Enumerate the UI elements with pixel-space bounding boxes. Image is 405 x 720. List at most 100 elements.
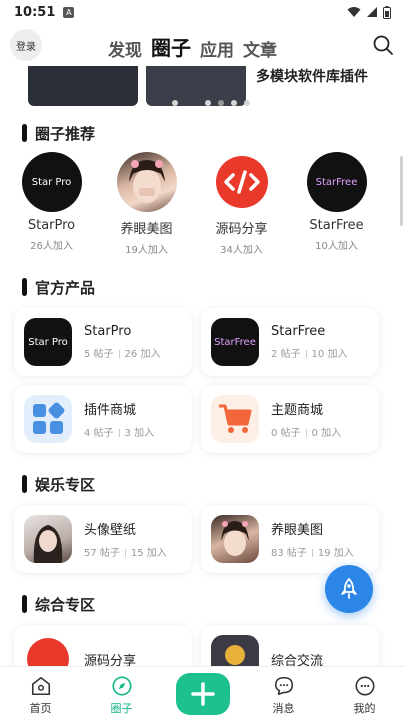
card-name: 插件商城 — [84, 403, 137, 418]
photo-avatar — [116, 152, 177, 212]
top-header: 登录 发现 圈子 应用 文章 — [0, 24, 405, 66]
status-time: 10:51 — [14, 4, 56, 20]
chat-icon — [274, 676, 293, 696]
card-meta: 83 帖子 19 加入 — [271, 548, 354, 559]
login-button[interactable]: 登录 — [10, 29, 42, 61]
carousel-dot — [205, 100, 211, 106]
starfree-logo: StarFree — [211, 318, 259, 366]
recommend-circles: Star Pro StarPro 26人加入 养眼美图 19人加入 源码分享 3… — [0, 152, 405, 256]
card-avatar-wallpaper[interactable]: 头像壁纸 57 帖子 15 加入 — [14, 505, 192, 573]
card-meta: 5 帖子 26 加入 — [84, 349, 161, 360]
card-name: 头像壁纸 — [84, 523, 137, 538]
entertainment-cards: 头像壁纸 57 帖子 15 加入 养眼美图 83 帖子 19 加入 — [0, 505, 405, 573]
card-meta: 2 帖子 10 加入 — [271, 349, 348, 360]
nav-circle[interactable]: 圈子 — [81, 667, 162, 720]
section-official-title: 官方产品 — [0, 274, 405, 300]
avatar-image — [24, 515, 72, 563]
circle-count: 34人加入 — [220, 245, 263, 256]
circle-item-starfree[interactable]: StarFree StarFree 10人加入 — [289, 152, 384, 256]
nav-create[interactable] — [162, 667, 243, 720]
circle-name: 源码分享 — [215, 222, 268, 237]
battery-icon — [383, 5, 391, 19]
tab-articles[interactable]: 文章 — [243, 36, 277, 61]
carousel-dot — [172, 100, 178, 106]
section-marker — [22, 124, 27, 142]
section-marker — [22, 278, 27, 296]
nav-home[interactable]: 首页 — [0, 667, 81, 720]
nav-label: 首页 — [29, 702, 52, 715]
section-marker — [22, 595, 27, 613]
card-meta: 4 帖子 3 加入 — [84, 428, 155, 439]
rocket-icon — [341, 578, 357, 599]
photo-avatar — [211, 515, 259, 563]
community-image — [211, 635, 259, 666]
rocket-fab-button[interactable] — [325, 565, 373, 613]
card-starpro[interactable]: Star Pro StarPro 5 帖子 26 加入 — [14, 308, 192, 376]
circle-item-source[interactable]: 源码分享 34人加入 — [194, 152, 289, 256]
portrait-image — [128, 160, 165, 203]
card-name: 养眼美图 — [271, 523, 324, 538]
status-icons — [347, 5, 391, 19]
cart-icon — [211, 395, 259, 443]
banner-image — [28, 66, 138, 106]
card-plugin-store[interactable]: 插件商城 4 帖子 3 加入 — [14, 385, 192, 453]
carousel-dot — [231, 100, 237, 106]
card-starfree[interactable]: StarFree StarFree 2 帖子 10 加入 — [201, 308, 379, 376]
home-icon — [31, 676, 50, 696]
create-post-button[interactable] — [175, 673, 230, 715]
section-recommend-title: 圈子推荐 — [0, 120, 405, 146]
card-general-chat[interactable]: 综合交流 — [201, 625, 379, 666]
card-name: 主题商城 — [271, 403, 324, 418]
tab-apps[interactable]: 应用 — [200, 36, 234, 61]
code-icon — [211, 152, 272, 212]
section-entertainment-title: 娱乐专区 — [0, 471, 405, 497]
plus-icon — [190, 682, 215, 706]
nav-label: 我的 — [353, 702, 376, 715]
nav-profile[interactable]: 我的 — [324, 667, 405, 720]
code-icon — [24, 635, 72, 666]
circle-name: StarPro — [27, 218, 76, 233]
card-photos[interactable]: 养眼美图 83 帖子 19 加入 — [201, 505, 379, 573]
card-theme-store[interactable]: 主题商城 0 帖子 0 加入 — [201, 385, 379, 453]
user-icon — [355, 676, 374, 696]
wifi-icon — [347, 7, 361, 17]
starpro-logo: Star Pro — [24, 318, 72, 366]
carousel-dot-active — [218, 100, 224, 106]
banner-title: 多模块软件库插件 — [256, 69, 368, 85]
grid-icon — [24, 395, 72, 443]
carousel-dot — [244, 100, 250, 106]
nav-label: 圈子 — [110, 702, 133, 715]
compass-icon — [111, 676, 132, 696]
card-name: 综合交流 — [271, 653, 324, 667]
tab-circle[interactable]: 圈子 — [151, 32, 191, 61]
circle-item-starpro[interactable]: Star Pro StarPro 26人加入 — [4, 152, 99, 256]
nav-messages[interactable]: 消息 — [243, 667, 324, 720]
starfree-logo: StarFree — [306, 152, 367, 212]
section-marker — [22, 475, 27, 493]
banner-carousel[interactable]: 多模块软件库插件 — [12, 66, 393, 108]
search-icon[interactable] — [371, 33, 395, 57]
circle-count: 19人加入 — [125, 245, 168, 256]
card-meta: 0 帖子 0 加入 — [271, 428, 342, 439]
circle-name: StarFree — [309, 218, 364, 233]
scrollbar[interactable] — [400, 156, 403, 226]
starpro-logo: Star Pro — [21, 152, 82, 212]
card-meta: 57 帖子 15 加入 — [84, 548, 167, 559]
signal-icon — [367, 7, 377, 17]
official-cards: Star Pro StarPro 5 帖子 26 加入 StarFree Star… — [0, 308, 405, 453]
bottom-nav: 首页 圈子 消息 我的 — [0, 666, 405, 720]
top-tabs: 发现 圈子 应用 文章 — [108, 32, 277, 61]
card-source-share[interactable]: 源码分享 — [14, 625, 192, 666]
card-name: StarFree — [271, 324, 326, 339]
circle-name: 养眼美图 — [120, 222, 173, 237]
card-name: StarPro — [84, 324, 132, 339]
nav-label: 消息 — [272, 702, 295, 715]
tab-discover[interactable]: 发现 — [108, 36, 142, 61]
notification-icon: A — [63, 6, 75, 18]
circle-item-photos[interactable]: 养眼美图 19人加入 — [99, 152, 194, 256]
status-bar: 10:51 A — [0, 0, 405, 24]
circle-count: 26人加入 — [30, 241, 73, 252]
general-cards: 源码分享 综合交流 — [0, 625, 405, 666]
card-name: 源码分享 — [84, 653, 137, 667]
carousel-dots — [172, 100, 250, 106]
